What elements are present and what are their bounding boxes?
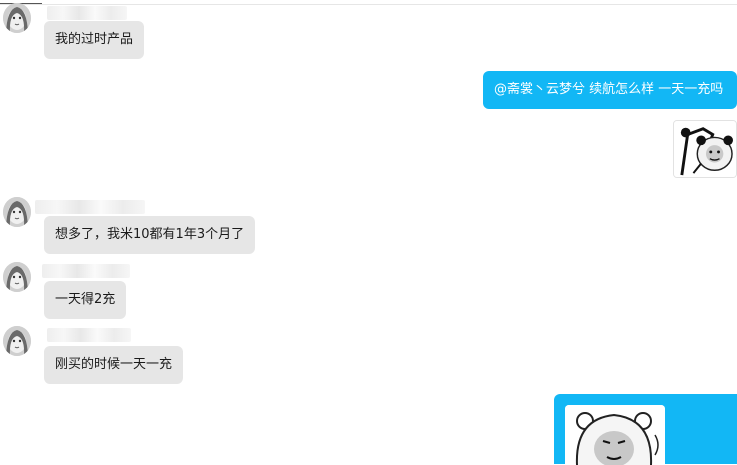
message-text: 我的过时产品 xyxy=(55,32,134,47)
avatar-portrait-icon xyxy=(3,3,31,33)
sender-avatar[interactable] xyxy=(3,3,31,33)
header-divider xyxy=(0,4,737,5)
avatar-portrait-icon xyxy=(3,197,31,227)
sender-name-redacted xyxy=(47,6,127,20)
sender-avatar[interactable] xyxy=(3,262,31,292)
image-message-content[interactable] xyxy=(565,405,665,465)
sender-name-redacted xyxy=(35,200,145,214)
sender-name-redacted xyxy=(42,264,130,278)
sender-avatar[interactable] xyxy=(3,326,31,356)
panda-meme-sticker-icon xyxy=(674,121,736,177)
message-bubble[interactable]: 一天得2充 xyxy=(44,281,127,319)
message-bubble[interactable]: 想多了，我米10都有1年3个月了 xyxy=(44,216,256,254)
avatar-portrait-icon xyxy=(3,326,31,356)
message-text: @斋裳丶云梦兮 续航怎么样 一天一充吗 xyxy=(494,82,724,97)
message-bubble[interactable]: 刚买的时候一天一充 xyxy=(44,346,184,384)
sender-avatar[interactable] xyxy=(3,197,31,227)
sticker-message[interactable] xyxy=(673,120,737,178)
panda-meme-face-icon xyxy=(565,405,665,465)
message-bubble[interactable]: 我的过时产品 xyxy=(44,21,145,59)
message-bubble-outgoing[interactable]: @斋裳丶云梦兮 续航怎么样 一天一充吗 xyxy=(483,71,737,109)
avatar-portrait-icon xyxy=(3,262,31,292)
sender-name-redacted xyxy=(47,328,131,342)
message-text: 一天得2充 xyxy=(55,292,116,307)
message-text: 刚买的时候一天一充 xyxy=(55,357,173,372)
message-text: 想多了，我米10都有1年3个月了 xyxy=(55,227,245,242)
